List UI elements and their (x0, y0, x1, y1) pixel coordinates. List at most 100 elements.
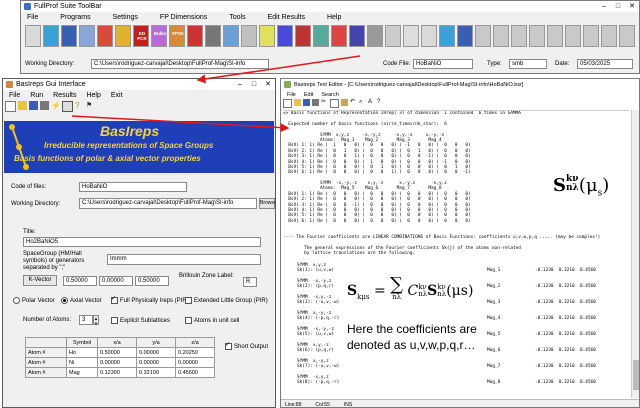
help-icon[interactable]: ? (377, 99, 384, 106)
atom-icon[interactable] (313, 25, 329, 47)
atom-z-cell[interactable]: 0.45600 (175, 367, 215, 378)
undo-icon[interactable]: ↶ (350, 99, 357, 106)
menu-exit[interactable]: Exit (111, 92, 123, 99)
axial-vector-option[interactable]: Axial Vector (61, 297, 102, 304)
find-icon[interactable]: ⌕ (359, 99, 366, 106)
studio-icon[interactable] (259, 25, 275, 47)
save-icon[interactable] (61, 25, 77, 47)
mol-icon[interactable] (277, 25, 293, 47)
kvector-z-field[interactable]: 0.50000 (135, 276, 169, 286)
working-dir-field[interactable]: C:\Users\rodriguez-carvajal\Desktop\Full… (79, 198, 257, 209)
tool-33-icon[interactable] (619, 25, 635, 47)
atom-x-cell[interactable]: 0.50000 (97, 347, 137, 358)
table-row[interactable]: Atom # Ni 0.00000 0.00000 0.00000 (25, 357, 215, 368)
editor-text-area[interactable]: => Basis functions of Representation IRr… (283, 110, 629, 399)
edit-result-icon[interactable] (62, 101, 73, 112)
menu-edit[interactable]: Edit (304, 92, 313, 98)
atoms-cell-option[interactable]: Atoms in unit cell (185, 317, 239, 324)
tool-23-icon[interactable] (439, 25, 455, 47)
dictionary-icon[interactable] (187, 25, 203, 47)
code-of-files-field[interactable]: HoBaNiO (79, 182, 187, 192)
checked-icon[interactable] (367, 25, 383, 47)
extended-option[interactable]: Extended Little Group (PIR) (185, 297, 268, 304)
explicit-checkbox[interactable] (111, 317, 118, 324)
atoms-cell-checkbox[interactable] (185, 317, 192, 324)
edit-icon[interactable] (79, 25, 95, 47)
short-output-checkbox[interactable] (225, 341, 232, 350)
editor-scrollbar[interactable] (631, 110, 639, 398)
tool-32-icon[interactable] (601, 25, 617, 47)
maximize-icon[interactable]: □ (611, 1, 625, 12)
print-icon[interactable] (312, 99, 319, 106)
help-icon[interactable]: ? (75, 101, 84, 110)
menu-programs[interactable]: Programs (60, 14, 90, 21)
cut-icon[interactable]: ✂ (321, 99, 328, 106)
num-atoms-stepper[interactable]: 3 (79, 315, 93, 325)
run-icon[interactable]: ⚡ (51, 101, 61, 110)
tool-25-icon[interactable] (475, 25, 491, 47)
winplotr-icon[interactable] (115, 25, 131, 47)
polar-vector-option[interactable]: Polar Vector (13, 297, 55, 304)
pattern-icon[interactable] (97, 25, 113, 47)
spacegroup-field[interactable]: Immm (107, 254, 261, 265)
menu-file[interactable]: File (27, 14, 38, 21)
working-directory-field[interactable]: C:\Users\rodriguez-carvajal\Desktop\Full… (91, 59, 269, 69)
atom-x-cell[interactable]: 0.12300 (97, 367, 137, 378)
scrollbar-thumb[interactable] (633, 360, 639, 390)
axial-radio[interactable] (61, 297, 68, 304)
atom-x-cell[interactable]: 0.00000 (97, 357, 137, 368)
new-file-icon[interactable] (283, 99, 292, 108)
kvector-button[interactable]: K-Vector (23, 275, 57, 286)
kvector-x-field[interactable]: 0.50000 (63, 276, 97, 286)
atom-symbol-cell[interactable]: Ni (66, 357, 98, 368)
atom-symbol-cell[interactable]: Ho (66, 347, 98, 358)
menu-search[interactable]: Search (321, 92, 338, 98)
atom-z-cell[interactable]: 0.20250 (175, 347, 215, 358)
tool3-icon[interactable] (403, 25, 419, 47)
menu-results[interactable]: Results (53, 92, 76, 99)
tool-30-icon[interactable] (565, 25, 581, 47)
fp2k-icon[interactable]: FP2K (169, 25, 185, 47)
powder-icon[interactable] (223, 25, 239, 47)
font-icon[interactable]: A (368, 99, 375, 106)
about-icon[interactable]: ⚑ (86, 101, 95, 110)
atom-y-cell[interactable]: 0.32100 (136, 367, 176, 378)
brillouin-field[interactable]: R (243, 277, 257, 287)
copy-icon[interactable] (330, 99, 339, 108)
browse-button[interactable]: Browse (259, 198, 275, 209)
atom-y-cell[interactable]: 0.00000 (136, 347, 176, 358)
save-icon[interactable] (303, 99, 310, 106)
tool-icon[interactable] (349, 25, 365, 47)
atom-symbol-cell[interactable]: Mag (66, 367, 98, 378)
open-folder-icon[interactable] (43, 25, 59, 47)
table-row[interactable]: Atom # Mag 0.12300 0.32100 0.45600 (25, 367, 215, 378)
polar-radio[interactable] (13, 297, 20, 304)
profile-icon[interactable] (241, 25, 257, 47)
save-icon[interactable] (29, 101, 38, 110)
close-icon[interactable]: ✕ (261, 79, 275, 90)
num-atoms-spin-icon[interactable]: ▲ ▼ (93, 315, 99, 326)
code-file-field[interactable]: HoBaNiO (413, 59, 473, 69)
tool-28-icon[interactable] (529, 25, 545, 47)
atom-y-cell[interactable]: 0.00000 (136, 357, 176, 368)
new-file-icon[interactable] (5, 101, 16, 112)
open-folder-icon[interactable] (18, 101, 27, 110)
fullprof-icon[interactable] (331, 25, 347, 47)
menu-fp-dimensions[interactable]: FP Dimensions (160, 14, 207, 21)
extended-checkbox[interactable] (185, 297, 192, 304)
menu-settings[interactable]: Settings (113, 14, 138, 21)
menu-help[interactable]: Help (327, 14, 341, 21)
minimize-icon[interactable]: – (597, 1, 611, 12)
open-folder-icon[interactable] (294, 99, 301, 106)
kvector-y-field[interactable]: 0.00000 (99, 276, 133, 286)
short-output-option[interactable]: Short Output (225, 341, 268, 350)
title-field[interactable]: Ho2BaNiO5 (23, 237, 261, 247)
ed-pcr-icon[interactable]: ED PCR (133, 25, 149, 47)
tool-22-icon[interactable] (421, 25, 437, 47)
close-icon[interactable]: ✕ (625, 1, 639, 12)
explicit-option[interactable]: Explicit Sublattices (111, 317, 170, 324)
tool-31-icon[interactable] (583, 25, 599, 47)
tool-29-icon[interactable] (547, 25, 563, 47)
flower-icon[interactable] (295, 25, 311, 47)
paste-icon[interactable] (341, 99, 348, 106)
